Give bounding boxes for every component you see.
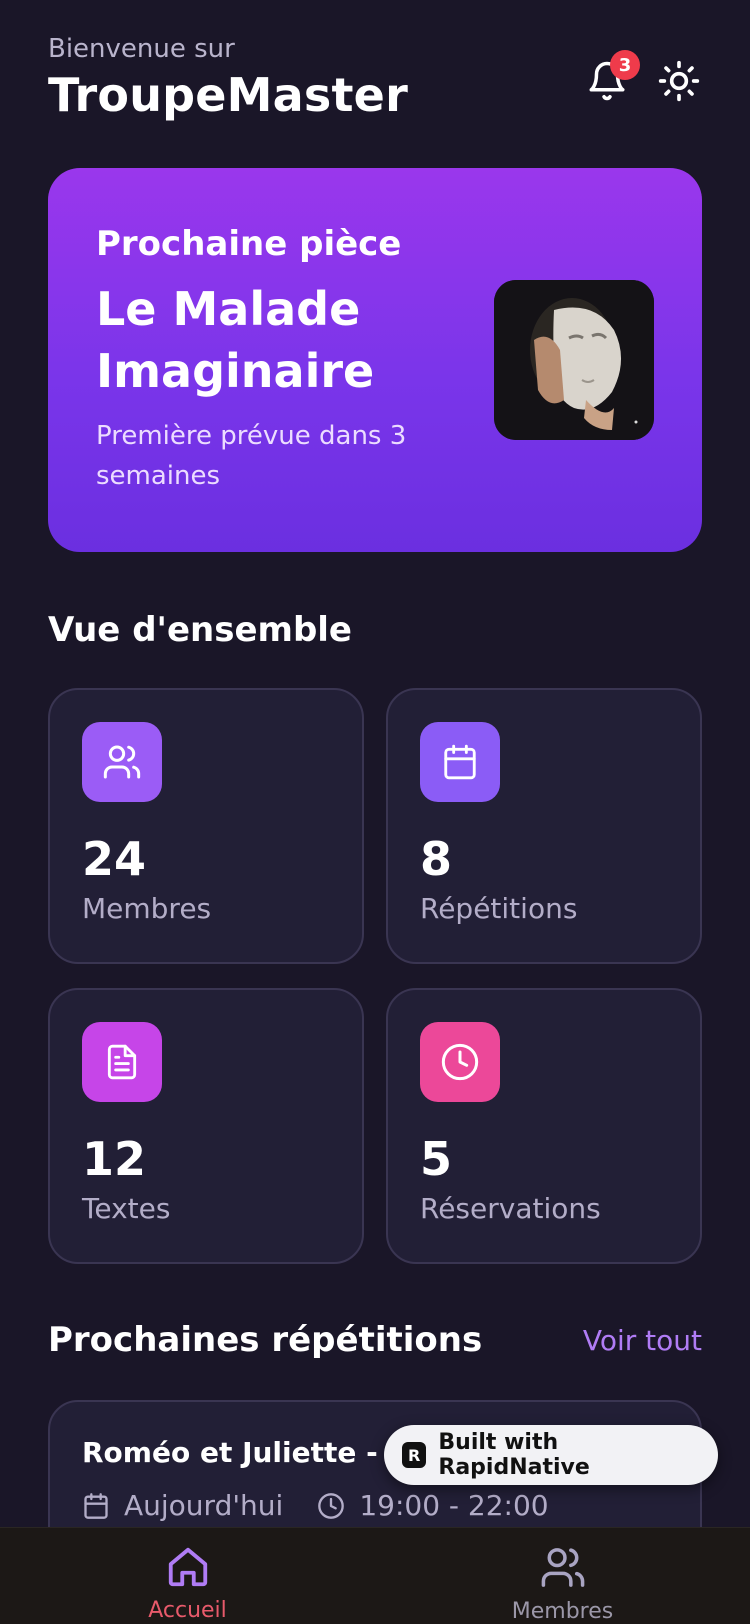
stat-value: 8 [420,832,453,886]
built-with-badge[interactable]: R Built with RapidNative [384,1425,718,1485]
next-play-title: Le Malade Imaginaire [96,282,375,398]
tab-members[interactable]: Membres [375,1528,750,1624]
home-icon [168,1547,207,1587]
rehearsal-time: 19:00 - 22:00 [317,1489,549,1522]
home-screen: Bienvenue sur TroupeMaster 3 Prochaine p… [0,0,750,1624]
stat-icon-box [82,722,162,802]
stat-label: Membres [82,892,212,925]
users-icon [541,1548,584,1587]
stat-label: Répétitions [420,892,578,925]
stat-value: 5 [420,1132,453,1186]
built-with-label: Built with RapidNative [438,1430,590,1480]
stat-card-rehearsals[interactable]: 8 Répétitions [386,688,702,964]
stat-value: 12 [82,1132,147,1186]
rehearsal-meta: Aujourd'hui 19:00 - 22:00 [82,1489,668,1522]
header-actions: 3 [584,50,702,104]
see-all-link[interactable]: Voir tout [583,1324,702,1357]
rehearsal-date: Aujourd'hui [82,1489,283,1522]
stat-label: Réservations [420,1192,601,1225]
stat-icon-box [82,1022,162,1102]
rapidnative-logo-icon: R [402,1442,427,1468]
bottom-tab-bar: Accueil Membres [0,1527,750,1624]
theme-toggle-button[interactable] [656,58,702,104]
calendar-icon [84,1492,108,1519]
next-play-label: Prochaine pièce [96,224,402,264]
users-icon [103,745,141,779]
rehearsal-date-text: Aujourd'hui [124,1489,284,1522]
rehearsal-time-text: 19:00 - 22:00 [359,1489,549,1522]
play-thumbnail-image [494,280,654,440]
notifications-button[interactable]: 3 [584,50,640,104]
tab-members-label: Membres [511,1599,614,1624]
stat-card-texts[interactable]: 12 Textes [48,988,364,1264]
stat-label: Textes [82,1192,171,1225]
next-play-card[interactable]: Prochaine pièce Le Malade Imaginaire Pre… [48,168,702,552]
document-icon [107,1044,137,1080]
stat-card-reservations[interactable]: 5 Réservations [386,988,702,1264]
stat-value: 24 [82,832,147,886]
overview-title: Vue d'ensemble [48,610,352,650]
rehearsals-title: Prochaines répétitions [48,1320,483,1360]
clock-icon [318,1492,345,1519]
stat-card-members[interactable]: 24 Membres [48,688,364,964]
header: Bienvenue sur TroupeMaster 3 [48,34,702,134]
stat-icon-box [420,1022,500,1102]
calendar-icon [444,744,476,780]
stat-icon-box [420,722,500,802]
tab-home[interactable]: Accueil [0,1528,375,1624]
next-play-subtitle: Première prévue dans 3 semaines [96,421,407,491]
notification-badge: 3 [610,50,640,80]
clock-icon [441,1043,479,1081]
tab-home-label: Accueil [148,1598,227,1623]
sun-icon [658,60,700,102]
